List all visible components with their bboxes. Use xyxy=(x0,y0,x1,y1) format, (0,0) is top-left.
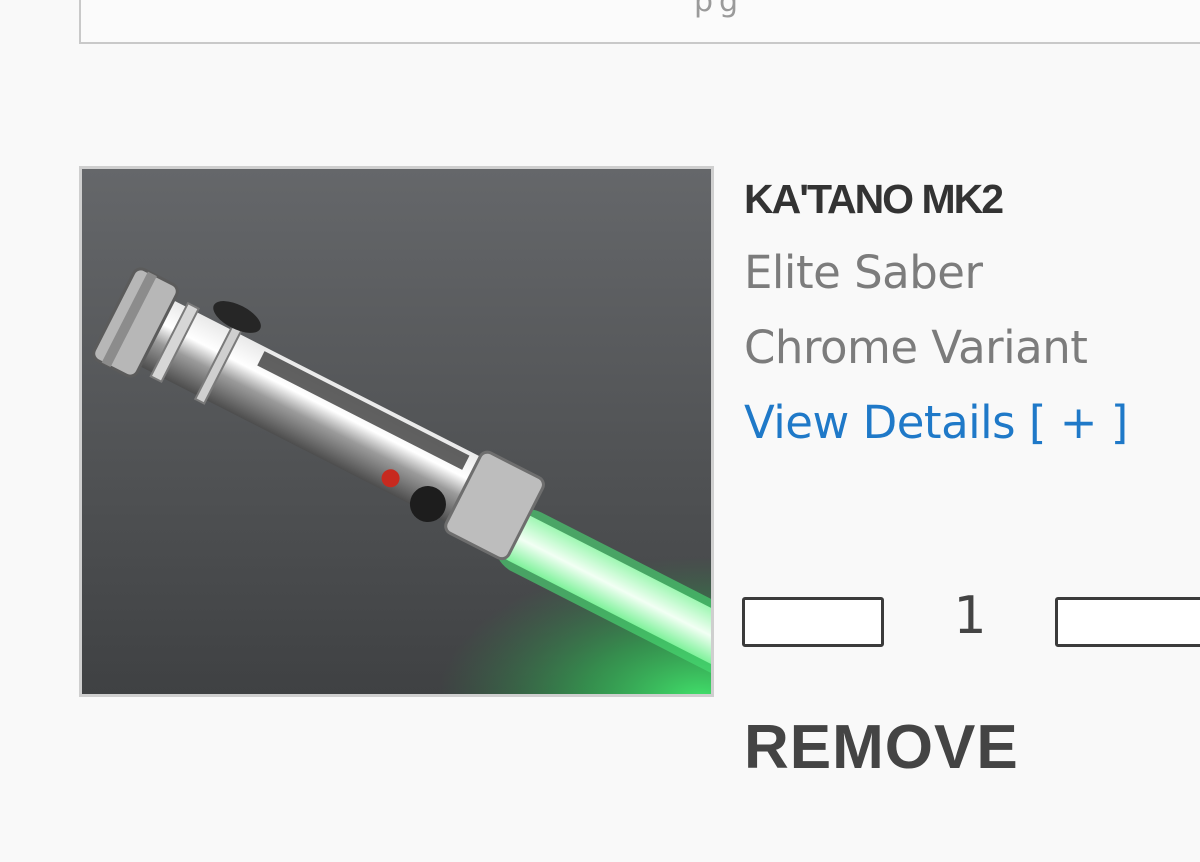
product-category: Elite Saber xyxy=(744,246,983,299)
decrease-quantity-button[interactable] xyxy=(742,597,884,647)
remove-button[interactable]: REMOVE xyxy=(744,712,1019,783)
cut-off-text: pg xyxy=(694,0,745,19)
product-variant: Chrome Variant xyxy=(744,321,1088,374)
product-image[interactable] xyxy=(79,166,714,697)
product-name: KA'TANO MK2 xyxy=(744,176,1004,222)
increase-quantity-button[interactable] xyxy=(1055,597,1200,647)
view-details-link[interactable]: View Details [ + ] xyxy=(744,396,1128,449)
previous-item-box: pg xyxy=(79,0,1200,44)
lightsaber-image xyxy=(82,169,711,694)
quantity-value: 1 xyxy=(953,586,987,646)
